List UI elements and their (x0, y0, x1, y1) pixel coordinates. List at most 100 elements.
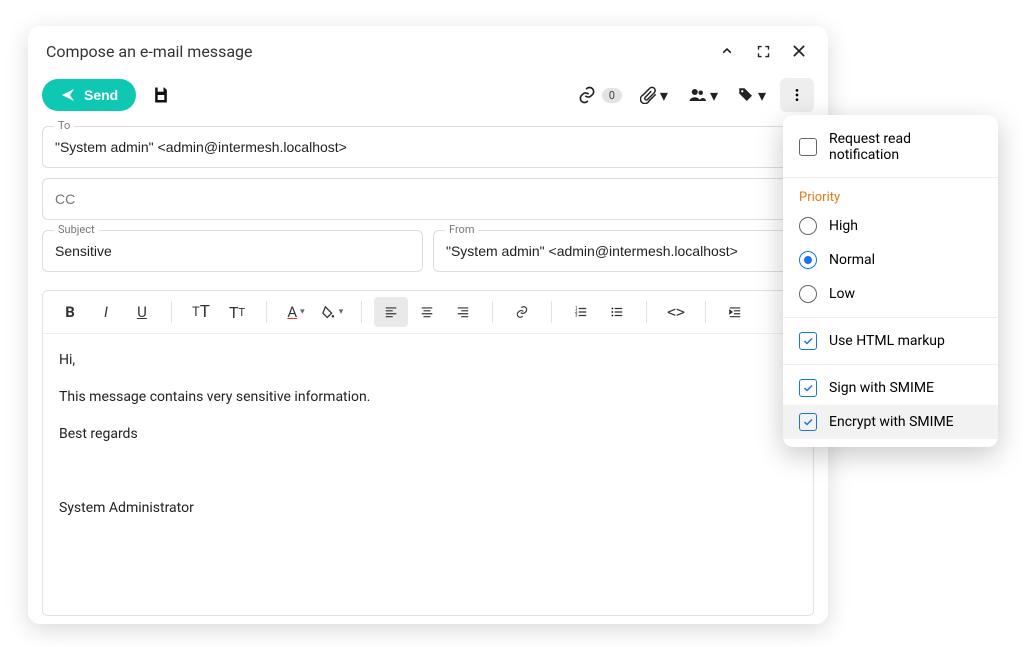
window-controls (716, 40, 810, 62)
separator (705, 301, 706, 323)
use-html-option[interactable]: Use HTML markup (783, 324, 998, 358)
fields-area: To Subject From (28, 126, 828, 272)
separator (646, 301, 647, 323)
radio-icon (799, 285, 817, 303)
checkbox-icon (799, 379, 817, 397)
italic-button[interactable]: I (89, 297, 123, 327)
send-icon (60, 87, 76, 103)
links-button[interactable]: 0 (573, 81, 626, 109)
body-line: This message contains very sensitive inf… (59, 387, 797, 408)
titlebar: Compose an e-mail message (28, 26, 828, 72)
insert-link-button[interactable] (505, 297, 539, 327)
priority-high-option[interactable]: High (783, 209, 998, 243)
unordered-list-button[interactable] (600, 297, 634, 327)
tags-icon (736, 86, 756, 104)
save-icon (151, 85, 171, 105)
save-draft-button[interactable] (144, 78, 178, 112)
option-label: Encrypt with SMIME (829, 414, 954, 430)
separator (492, 301, 493, 323)
tags-button[interactable]: ▾ (732, 82, 770, 109)
body-line: System Administrator (59, 498, 797, 519)
checkbox-icon (799, 332, 817, 350)
link-icon (514, 305, 530, 319)
ol-icon: 123 (573, 305, 589, 319)
check-icon (802, 335, 814, 347)
svg-text:3: 3 (575, 313, 578, 318)
fullscreen-icon (756, 44, 771, 59)
send-button[interactable]: Send (42, 79, 136, 111)
editor-body[interactable]: Hi, This message contains very sensitive… (43, 334, 813, 615)
more-vert-icon (789, 87, 805, 103)
separator (783, 364, 998, 365)
ordered-list-button[interactable]: 123 (564, 297, 598, 327)
window-title: Compose an e-mail message (46, 42, 253, 61)
priority-normal-option[interactable]: Normal (783, 243, 998, 277)
check-icon (802, 416, 814, 428)
font-size-up-button[interactable]: TT (184, 297, 218, 327)
body-line (59, 461, 797, 482)
check-icon (802, 382, 814, 394)
checkbox-icon (799, 413, 817, 431)
ul-icon (609, 305, 625, 319)
align-center-icon (419, 305, 435, 319)
priority-low-option[interactable]: Low (783, 277, 998, 311)
cc-input[interactable] (42, 178, 814, 220)
radio-icon (799, 251, 817, 269)
option-label: Sign with SMIME (829, 380, 934, 396)
close-icon (791, 43, 807, 59)
encrypt-smime-option[interactable]: Encrypt with SMIME (783, 405, 998, 439)
radio-icon (799, 217, 817, 235)
text-color-button[interactable]: A▾ (279, 297, 313, 327)
caret-icon: ▾ (660, 86, 668, 105)
editor-toolbar: B I U TT TT A▾ ▾ (43, 291, 813, 334)
option-label: High (829, 218, 858, 234)
from-input[interactable] (433, 230, 814, 272)
separator (783, 317, 998, 318)
editor: B I U TT TT A▾ ▾ (42, 290, 814, 616)
indent-button[interactable] (718, 297, 752, 327)
read-notification-option[interactable]: Request read notification (783, 123, 998, 171)
chevron-up-icon (719, 43, 735, 59)
body-line: Best regards (59, 424, 797, 445)
option-label: Normal (829, 252, 875, 268)
link-icon (577, 85, 597, 105)
font-size-down-button[interactable]: TT (220, 297, 254, 327)
separator (551, 301, 552, 323)
caret-icon: ▾ (758, 86, 766, 105)
close-button[interactable] (788, 40, 810, 62)
separator (266, 301, 267, 323)
align-left-icon (383, 305, 399, 319)
toolbar-right: 0 ▾ ▾ ▾ (573, 78, 814, 112)
to-input[interactable] (42, 126, 814, 168)
separator (361, 301, 362, 323)
code-button[interactable]: <> (659, 297, 693, 327)
separator (171, 301, 172, 323)
recipients-button[interactable]: ▾ (682, 82, 722, 109)
attach-icon (640, 86, 658, 104)
main-toolbar: Send 0 ▾ ▾ ▾ (28, 72, 828, 126)
underline-button[interactable]: U (125, 297, 159, 327)
from-field: From (433, 230, 814, 272)
send-label: Send (84, 87, 118, 103)
caret-icon: ▾ (710, 86, 718, 105)
align-center-button[interactable] (410, 297, 444, 327)
subject-label: Subject (54, 223, 99, 236)
bucket-icon (321, 305, 336, 320)
indent-icon (727, 305, 743, 319)
subject-input[interactable] (42, 230, 423, 272)
sign-smime-option[interactable]: Sign with SMIME (783, 371, 998, 405)
checkbox-icon (799, 138, 817, 156)
fullscreen-button[interactable] (752, 40, 774, 62)
attach-button[interactable]: ▾ (636, 82, 672, 109)
highlight-color-button[interactable]: ▾ (315, 297, 349, 327)
to-label: To (54, 119, 74, 132)
people-icon (686, 86, 708, 104)
more-options-button[interactable] (780, 78, 814, 112)
more-options-menu: Request read notification Priority High … (783, 115, 998, 447)
bold-button[interactable]: B (53, 297, 87, 327)
collapse-button[interactable] (716, 40, 738, 62)
align-left-button[interactable] (374, 297, 408, 327)
align-right-button[interactable] (446, 297, 480, 327)
link-count-badge: 0 (602, 88, 622, 103)
option-label: Use HTML markup (829, 333, 945, 349)
